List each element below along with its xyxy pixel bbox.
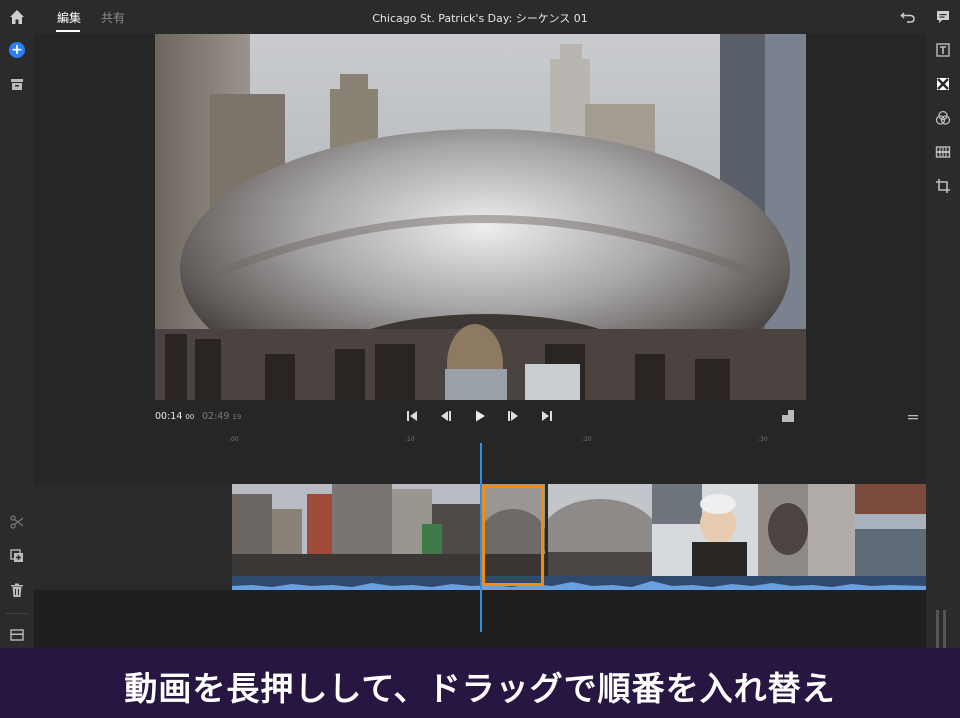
add-media-icon[interactable]: + <box>9 42 25 58</box>
step-forward-icon[interactable] <box>506 409 520 423</box>
play-icon[interactable] <box>473 409 487 423</box>
split-clip-icon[interactable] <box>9 514 25 530</box>
clip-strip <box>232 484 926 590</box>
current-timecode: 00:14 00 <box>155 411 194 422</box>
step-back-icon[interactable] <box>439 409 453 423</box>
go-to-end-icon[interactable] <box>540 409 554 423</box>
transitions-icon[interactable] <box>935 76 951 92</box>
clip-pillar[interactable] <box>758 484 855 576</box>
ruler-mark: :00 <box>229 436 239 443</box>
delete-icon[interactable] <box>9 582 25 598</box>
clip-city-street[interactable] <box>232 484 480 576</box>
toolbar-divider <box>6 613 28 614</box>
selected-clip-outline[interactable] <box>482 485 544 586</box>
scroll-grip[interactable] <box>943 610 946 648</box>
scroll-grip[interactable] <box>936 610 939 648</box>
titles-icon[interactable] <box>935 42 951 58</box>
duplicate-clip-icon[interactable] <box>9 548 25 564</box>
project-panel-icon[interactable] <box>9 76 25 92</box>
color-icon[interactable] <box>935 110 951 126</box>
go-to-start-icon[interactable] <box>405 409 419 423</box>
audio-waveform <box>232 576 926 590</box>
duration: 02:49 <box>202 411 230 422</box>
speed-icon[interactable] <box>935 144 951 160</box>
ruler-mark: :10 <box>405 436 415 443</box>
project-title: Chicago St. Patrick's Day: シーケンス 01 <box>372 12 588 25</box>
duration-frame: 19 <box>232 413 242 421</box>
video-preview[interactable] <box>155 34 806 400</box>
tracks-icon[interactable] <box>9 627 25 643</box>
clip-woman-winter[interactable] <box>652 484 758 576</box>
current-time: 00:14 <box>155 411 183 422</box>
timeline-menu-icon[interactable] <box>907 412 919 422</box>
caption-text: 動画を長押しして、ドラッグで順番を入れ替え <box>124 669 836 708</box>
feedback-icon[interactable] <box>935 9 951 25</box>
duration-timecode: 02:49 19 <box>202 411 241 422</box>
ruler-mark: :30 <box>758 436 768 443</box>
ruler-mark: :20 <box>582 436 592 443</box>
aspect-ratio-icon[interactable] <box>781 409 795 423</box>
active-tab-indicator <box>56 30 80 32</box>
clip-river[interactable] <box>855 484 926 576</box>
undo-icon[interactable] <box>900 9 916 25</box>
clip-bean-wide[interactable] <box>548 484 652 576</box>
current-frame: 00 <box>185 413 195 421</box>
right-toolbar <box>926 34 960 648</box>
crop-icon[interactable] <box>935 178 951 194</box>
